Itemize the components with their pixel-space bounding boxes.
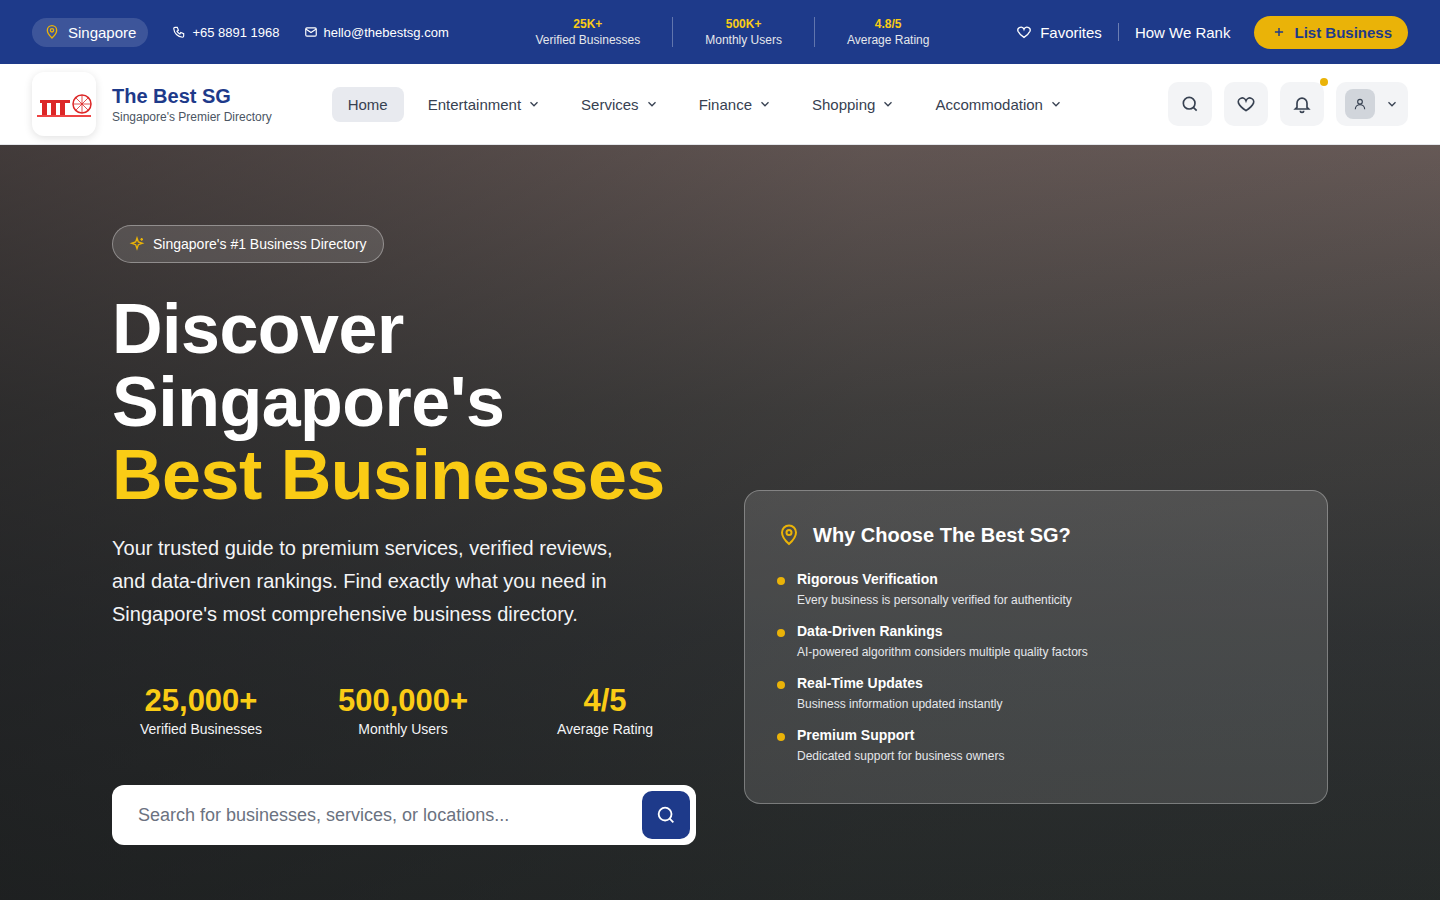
brand-name: The Best SG (112, 85, 272, 108)
why-item: Premium SupportDedicated support for bus… (777, 727, 1295, 763)
why-item: Real-Time UpdatesBusiness information up… (777, 675, 1295, 711)
top-stat: 4.8/5Average Rating (814, 17, 962, 47)
chevron-down-icon (1049, 97, 1063, 111)
top-stats: 25K+Verified Businesses500K+Monthly User… (504, 17, 962, 47)
bell-icon (1292, 94, 1312, 114)
divider (1118, 23, 1119, 41)
nav-bar: The Best SG Singapore's Premier Directory… (0, 64, 1440, 145)
top-bar: Singapore +65 8891 1968 hello@thebestsg.co… (0, 0, 1440, 64)
menu-item[interactable]: Shopping (796, 87, 911, 122)
pin-icon (44, 24, 60, 40)
unread-dot (1320, 78, 1328, 86)
chevron-down-icon (881, 97, 895, 111)
logo (32, 72, 96, 136)
search-input[interactable] (136, 804, 642, 827)
why-item: Data-Driven RankingsAI-powered algorithm… (777, 623, 1295, 659)
menu-item[interactable]: Entertainment (412, 87, 557, 122)
search-button[interactable] (1168, 82, 1212, 126)
search-bar (112, 785, 696, 845)
bullet-dot (777, 629, 785, 637)
email[interactable]: hello@thebestsg.com (304, 25, 449, 40)
skyline-icon (36, 90, 92, 118)
list-business-button[interactable]: List Business (1254, 16, 1408, 49)
bullet-dot (777, 577, 785, 585)
phone-icon (172, 25, 186, 39)
menu-item[interactable]: Home (332, 87, 404, 122)
search-icon (655, 804, 677, 826)
menu-item[interactable]: Services (565, 87, 675, 122)
card-title: Why Choose The Best SG? (813, 524, 1071, 547)
heart-icon (1016, 24, 1032, 40)
how-we-rank-link[interactable]: How We Rank (1135, 24, 1231, 41)
sparkle-icon (129, 236, 145, 252)
favorites-link[interactable]: Favorites (1016, 24, 1102, 41)
favorites-button[interactable] (1224, 82, 1268, 126)
avatar (1345, 89, 1375, 119)
main-menu: HomeEntertainmentServicesFinanceShopping… (332, 87, 1079, 122)
hero-stat: 4/5Average Rating (516, 683, 694, 737)
top-stat: 25K+Verified Businesses (504, 17, 673, 47)
user-menu[interactable] (1336, 82, 1408, 126)
why-choose-card: Why Choose The Best SG? Rigorous Verifica… (744, 490, 1328, 804)
hero: Singapore's #1 Business Directory Discove… (0, 145, 1440, 900)
hero-title: DiscoverSingapore'sBest Businesses (112, 293, 696, 512)
chevron-down-icon (527, 97, 541, 111)
chevron-down-icon (645, 97, 659, 111)
top-stat: 500K+Monthly Users (672, 17, 814, 47)
pin-icon (777, 523, 801, 547)
search-icon (1180, 94, 1200, 114)
user-icon (1353, 97, 1367, 111)
page: Singapore +65 8891 1968 hello@thebestsg.co… (0, 0, 1440, 900)
phone[interactable]: +65 8891 1968 (172, 25, 279, 40)
menu-item[interactable]: Finance (683, 87, 788, 122)
brand-tagline: Singapore's Premier Directory (112, 110, 272, 124)
heart-icon (1236, 94, 1256, 114)
hero-stat: 500,000+Monthly Users (314, 683, 492, 737)
mail-icon (304, 25, 318, 39)
search-submit-button[interactable] (642, 791, 690, 839)
plus-icon (1272, 25, 1286, 39)
bullet-dot (777, 733, 785, 741)
hero-badge: Singapore's #1 Business Directory (112, 225, 384, 263)
menu-item[interactable]: Accommodation (919, 87, 1079, 122)
notifications-button[interactable] (1280, 82, 1324, 126)
chevron-down-icon (758, 97, 772, 111)
location-selector[interactable]: Singapore (32, 18, 148, 47)
hero-description: Your trusted guide to premium services, … (112, 532, 622, 631)
chevron-down-icon (1385, 97, 1399, 111)
why-item: Rigorous VerificationEvery business is p… (777, 571, 1295, 607)
brand[interactable]: The Best SG Singapore's Premier Directory (32, 72, 272, 136)
bullet-dot (777, 681, 785, 689)
hero-stat: 25,000+Verified Businesses (112, 683, 290, 737)
hero-stats: 25,000+Verified Businesses 500,000+Monthl… (112, 683, 696, 737)
